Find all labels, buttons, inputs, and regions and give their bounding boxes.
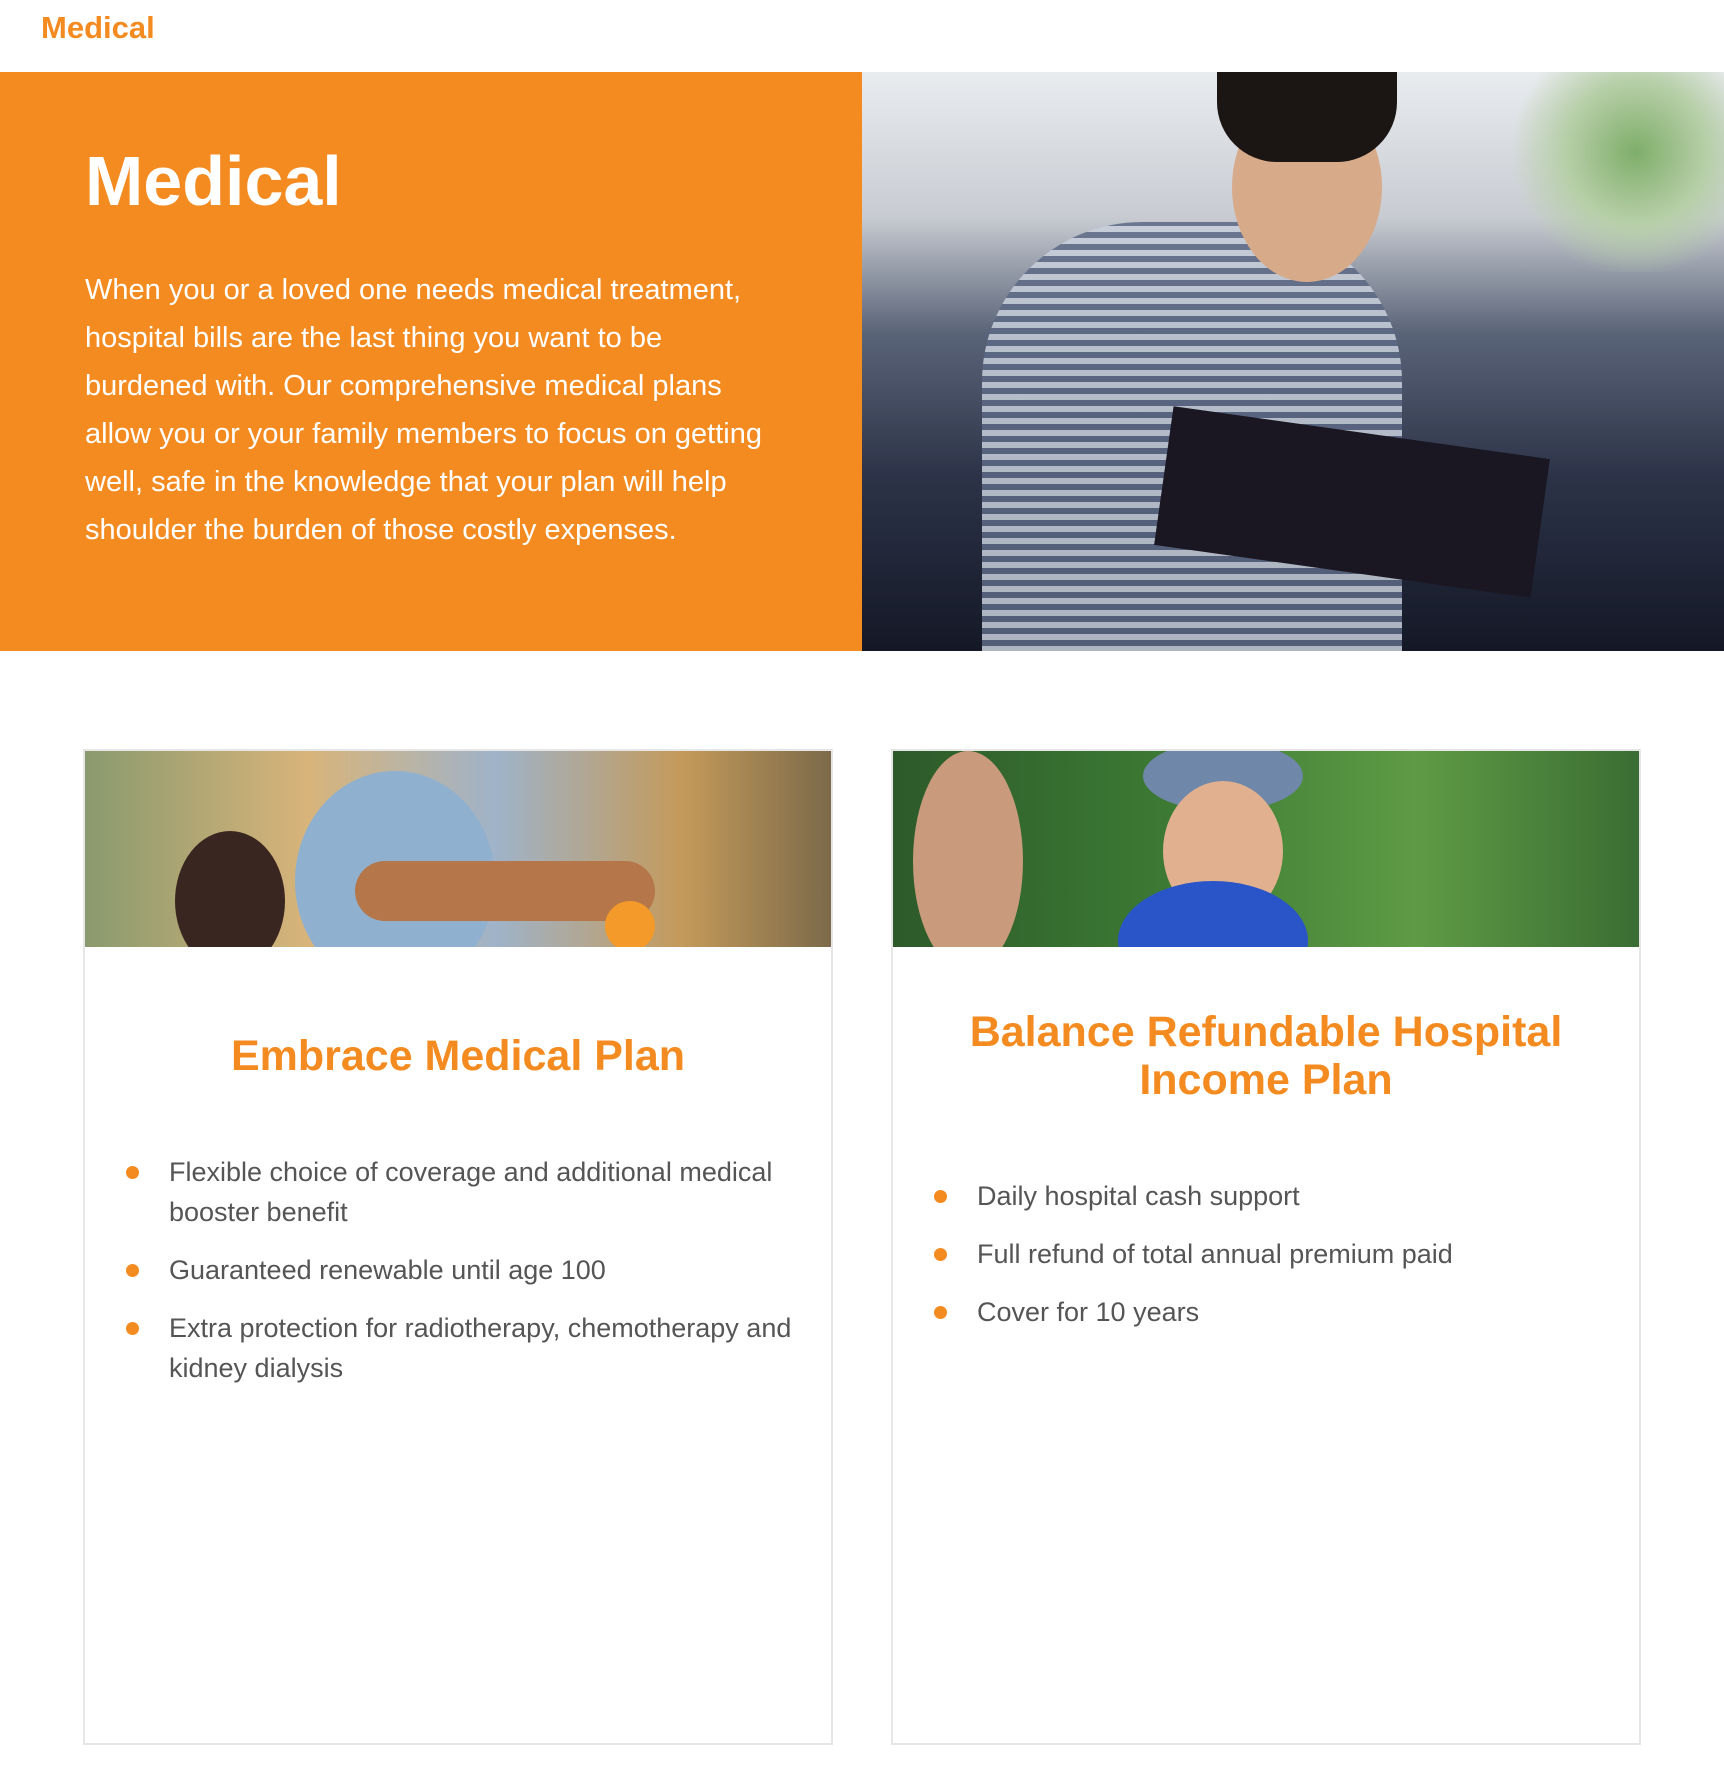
- section-label: Medical: [41, 10, 155, 45]
- hero-description: When you or a loved one needs medical tr…: [85, 274, 762, 546]
- list-item: Full refund of total annual premium paid: [933, 1234, 1609, 1274]
- plan-card-balance-refundable[interactable]: Balance Refundable Hospital Income Plan …: [891, 749, 1641, 1745]
- hero-photo: [862, 72, 1724, 651]
- bullet-icon: [126, 1166, 139, 1179]
- plan-title[interactable]: Embrace Medical Plan: [85, 1032, 831, 1080]
- hero-text-panel: Medical When you or a loved one needs me…: [0, 72, 862, 651]
- plan-card-embrace-medical[interactable]: Embrace Medical Plan Flexible choice of …: [83, 749, 833, 1745]
- bullet-icon: [934, 1306, 947, 1319]
- bullet-icon: [934, 1190, 947, 1203]
- list-item: Guaranteed renewable until age 100: [125, 1250, 801, 1290]
- bullet-icon: [126, 1322, 139, 1335]
- child-photo: [893, 751, 1639, 947]
- list-item: Flexible choice of coverage and addition…: [125, 1152, 801, 1232]
- bullet-icon: [934, 1248, 947, 1261]
- hero-banner: Medical When you or a loved one needs me…: [0, 72, 1724, 651]
- list-item: Cover for 10 years: [933, 1292, 1609, 1332]
- hero-title: Medical: [85, 142, 342, 220]
- plan-benefits-list: Daily hospital cash support Full refund …: [893, 1176, 1639, 1332]
- bullet-icon: [126, 1264, 139, 1277]
- list-item: Daily hospital cash support: [933, 1176, 1609, 1216]
- list-item: Extra protection for radiotherapy, chemo…: [125, 1308, 801, 1388]
- plan-benefits-list: Flexible choice of coverage and addition…: [85, 1152, 831, 1388]
- family-photo: [85, 751, 831, 947]
- plan-title[interactable]: Balance Refundable Hospital Income Plan: [893, 1008, 1639, 1104]
